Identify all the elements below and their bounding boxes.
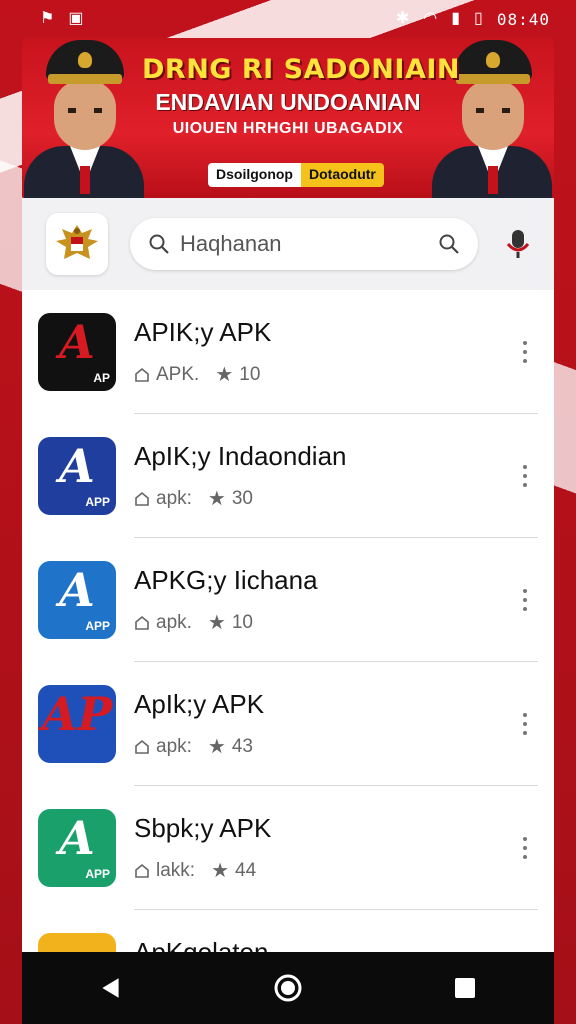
- recents-icon[interactable]: [435, 958, 495, 1018]
- search-icon: [149, 234, 169, 254]
- app-icon-tag: AP: [93, 371, 110, 385]
- app-info: APKG;y Iichana apk. ★ 10: [134, 565, 510, 635]
- app-meta: apk: ★ 43: [134, 734, 510, 759]
- banner-pill[interactable]: Dsoilgonop Dotaodutr: [208, 163, 384, 187]
- notification-flag-icon: ⚑: [40, 10, 55, 27]
- app-icon-glyph: A: [59, 811, 95, 865]
- app-meta-label: lakk:: [156, 859, 196, 881]
- app-icon-glyph: A: [59, 439, 95, 493]
- app-list-item[interactable]: AP ApIk;y APK apk: ★ 43: [22, 662, 554, 786]
- star-icon: ★: [215, 364, 234, 386]
- tag-icon: [135, 491, 149, 506]
- banner-pill-left: Dsoilgonop: [208, 163, 301, 187]
- app-icon[interactable]: A APP: [38, 561, 116, 639]
- app-meta-label: APK.: [156, 363, 200, 385]
- app-meta-label: apk:: [156, 487, 192, 509]
- app-icon[interactable]: A APP: [38, 809, 116, 887]
- app-meta: apk: ★ 30: [134, 486, 510, 511]
- star-icon: ★: [211, 860, 230, 882]
- more-options-icon[interactable]: [510, 570, 540, 630]
- battery-icon: ▯: [474, 10, 483, 27]
- app-rating: 10: [239, 363, 261, 385]
- officer-portrait-left: [24, 40, 144, 198]
- app-meta: APK. ★ 10: [134, 362, 510, 387]
- search-placeholder: Haqhanan: [180, 231, 282, 256]
- app-rating: 44: [235, 859, 257, 881]
- app-name: Sbpk;y APK: [134, 813, 272, 843]
- app-icon[interactable]: A AP: [38, 313, 116, 391]
- star-icon: ★: [207, 612, 226, 634]
- home-icon[interactable]: [258, 958, 318, 1018]
- app-rating: 43: [231, 735, 253, 757]
- more-options-icon[interactable]: [510, 694, 540, 754]
- app-meta-label: apk:: [156, 735, 192, 757]
- app-rating: 10: [231, 611, 253, 633]
- app-icon-tag: APP: [85, 867, 110, 881]
- app-icon[interactable]: AP: [38, 685, 116, 763]
- screenshot-icon: ▣: [68, 10, 84, 27]
- app-list-item[interactable]: A APP Sbpk;y APK lakk: ★ 44: [22, 786, 554, 910]
- app-info: ApIK;y Indaondian apk: ★ 30: [134, 441, 510, 511]
- app-rating: 30: [231, 487, 253, 509]
- tag-icon: [135, 367, 149, 382]
- search-input[interactable]: Haqhanan: [130, 218, 478, 270]
- banner-title: DRNG RI SADONIAIN: [142, 54, 460, 85]
- banner-text: DRNG RI SADONIAIN ENDAVIAN UNDOANIAN UIO…: [142, 54, 460, 138]
- banner-pill-right: Dotaodutr: [301, 163, 384, 187]
- bluetooth-icon: ✱: [395, 10, 410, 27]
- app-info: ApIk;y APK apk: ★ 43: [134, 689, 510, 759]
- app-list-item[interactable]: A APP ApIK;y Indaondian apk: ★ 30: [22, 414, 554, 538]
- app-meta: apk. ★ 10: [134, 610, 510, 635]
- tag-icon: [135, 863, 149, 878]
- app-icon[interactable]: [38, 933, 116, 954]
- app-name: ApIK;y Indaondian: [134, 441, 347, 471]
- more-options-icon[interactable]: [510, 322, 540, 382]
- search-header: Haqhanan: [22, 198, 554, 290]
- star-icon: ★: [207, 736, 226, 758]
- more-options-icon[interactable]: [510, 818, 540, 878]
- app-icon-glyph: A: [59, 315, 95, 369]
- more-options-icon[interactable]: [510, 446, 540, 506]
- app-list: A AP APIK;y APK APK. ★ 10 A APP ApIK;y I…: [22, 290, 554, 954]
- app-icon-glyph: A: [59, 563, 95, 617]
- app-icon-glyph: AP: [41, 687, 113, 741]
- wifi-icon: ◠: [423, 10, 438, 27]
- banner-subtitle: ENDAVIAN UNDOANIAN: [155, 89, 421, 115]
- tag-icon: [135, 739, 149, 754]
- app-meta-label: apk.: [156, 611, 192, 633]
- app-list-item[interactable]: A APP APKG;y Iichana apk. ★ 10: [22, 538, 554, 662]
- search-action-icon[interactable]: [438, 233, 460, 255]
- app-name: ApIk;y APK: [134, 689, 265, 719]
- app-list-item[interactable]: ApKqolaten ★: [22, 910, 554, 954]
- app-icon[interactable]: A APP: [38, 437, 116, 515]
- app-list-item[interactable]: A AP APIK;y APK APK. ★ 10: [22, 290, 554, 414]
- app-info: APIK;y APK APK. ★ 10: [134, 317, 510, 387]
- tag-icon: [135, 615, 149, 630]
- garuda-emblem-icon[interactable]: [46, 213, 108, 275]
- app-store-panel: Haqhanan A AP APIK;y APK APK. ★ 10 A APP…: [22, 198, 554, 954]
- status-time: 08:40: [496, 9, 550, 29]
- promo-banner[interactable]: DRNG RI SADONIAIN ENDAVIAN UNDOANIAN UIO…: [22, 38, 554, 198]
- app-name: APIK;y APK: [134, 317, 272, 347]
- app-info: Sbpk;y APK lakk: ★ 44: [134, 813, 510, 883]
- app-name: APKG;y Iichana: [134, 565, 318, 595]
- back-icon[interactable]: [81, 958, 141, 1018]
- signal-icon: ▮: [451, 10, 461, 27]
- navigation-bar: [22, 952, 554, 1024]
- star-icon: ★: [207, 488, 226, 510]
- app-icon-tag: APP: [85, 495, 110, 509]
- app-icon-tag: APP: [85, 619, 110, 633]
- banner-tagline: UIOUEN HRHGHI UBAGADIX: [172, 120, 404, 137]
- app-meta: lakk: ★ 44: [134, 858, 510, 883]
- microphone-icon[interactable]: [500, 224, 536, 264]
- status-bar: ⚑ ▣ ✱ ◠ ▮ ▯ 08:40: [0, 0, 576, 38]
